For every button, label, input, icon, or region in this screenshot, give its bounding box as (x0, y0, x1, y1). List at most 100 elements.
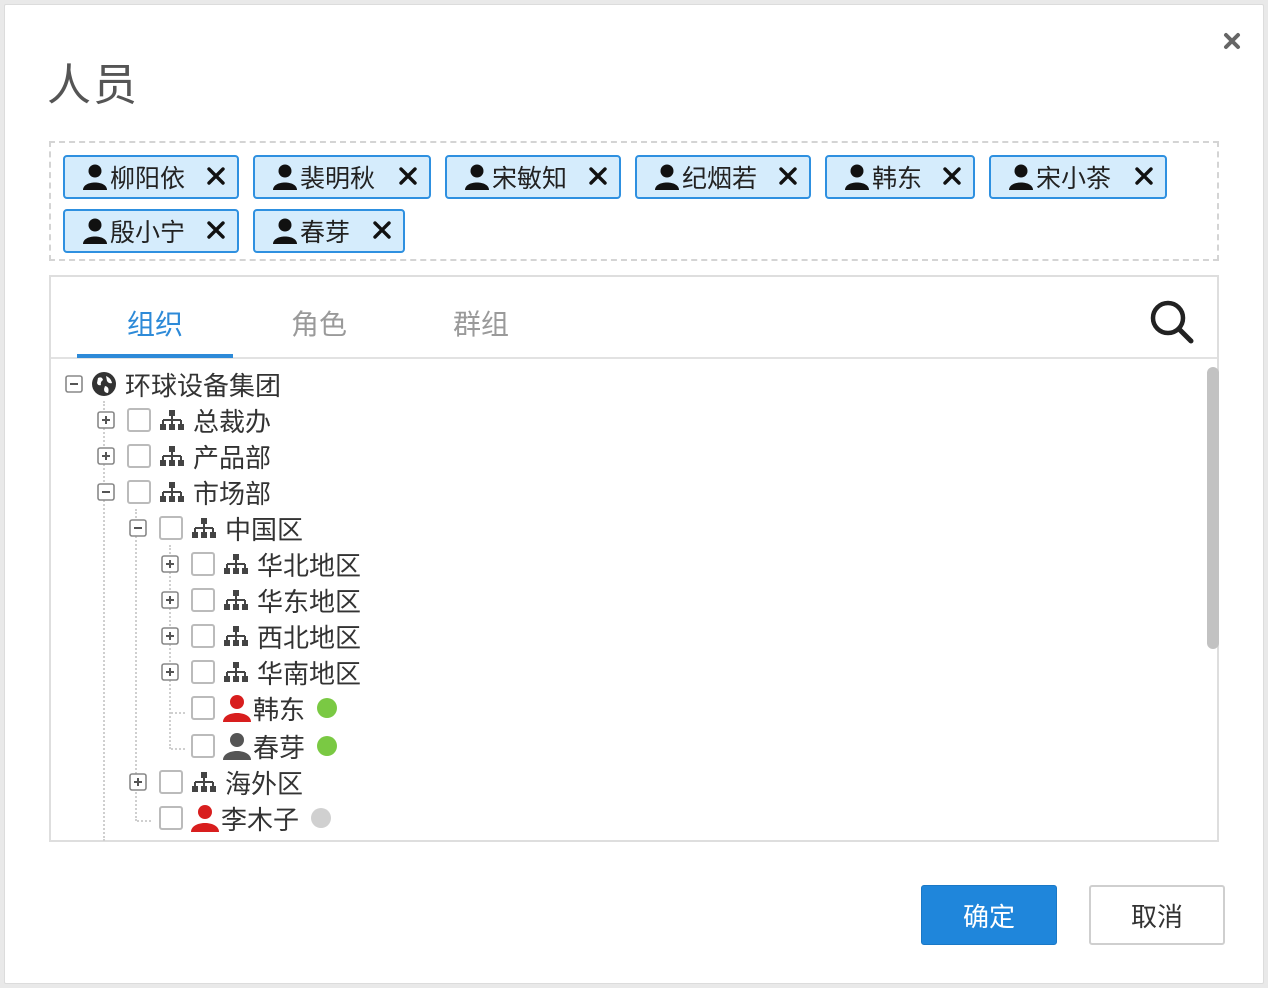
tree-node-label: 华南地区 (257, 659, 362, 690)
expand-icon[interactable] (161, 663, 179, 681)
selected-user-chip[interactable]: 春芽 (253, 209, 405, 253)
tree-node[interactable]: 西北地区 (161, 619, 362, 654)
chip-label: 韩东 (872, 164, 923, 193)
remove-icon[interactable] (207, 221, 225, 239)
active-tab-indicator (77, 354, 233, 358)
selected-user-chip[interactable]: 裴明秋 (253, 155, 431, 199)
selector-panel: 组织 角色 群组 环球设备集团 总裁办 产品部 市场部 中国区 华北地区 华东地… (49, 275, 1219, 842)
user-icon (223, 733, 251, 760)
tree-node-label: 韩东 (253, 695, 306, 726)
collapse-icon[interactable] (129, 519, 147, 537)
tree-node-label: 海外区 (225, 769, 304, 800)
expand-icon[interactable] (97, 411, 115, 429)
selected-user-chip[interactable]: 纪烟若 (635, 155, 811, 199)
chip-label: 裴明秋 (300, 164, 376, 193)
selected-user-chip[interactable]: 宋小茶 (989, 155, 1167, 199)
tree-node-user[interactable]: 韩东 (179, 691, 338, 726)
selected-user-chip[interactable]: 宋敏知 (445, 155, 621, 199)
tree-checkbox[interactable] (191, 696, 215, 720)
tree-checkbox[interactable] (191, 624, 215, 648)
selected-user-chip[interactable]: 殷小宁 (63, 209, 239, 253)
cancel-button[interactable]: 取消 (1089, 885, 1225, 945)
tree-node[interactable]: 市场部 (97, 475, 272, 510)
tree-node-label: 总裁办 (193, 407, 272, 438)
expand-icon[interactable] (161, 591, 179, 609)
expand-icon[interactable] (161, 627, 179, 645)
tree-node-label: 市场部 (193, 479, 272, 510)
tree-checkbox[interactable] (127, 444, 151, 468)
dialog-title: 人员 (47, 60, 139, 111)
tree-node-root[interactable]: 环球设备集团 (65, 367, 282, 402)
org-chart-icon (224, 662, 248, 682)
remove-icon[interactable] (779, 167, 797, 185)
user-icon (191, 805, 219, 832)
remove-icon[interactable] (943, 167, 961, 185)
personnel-dialog: 人员 柳阳依 裴明秋 宋敏知 纪烟若 韩东 宋小茶 殷小宁 春芽 组织 角色 群… (4, 4, 1264, 984)
tree-node-label: 西北地区 (257, 623, 362, 654)
user-icon (83, 164, 107, 190)
online-status-dot (317, 698, 338, 718)
tree-checkbox[interactable] (159, 516, 183, 540)
collapse-icon[interactable] (97, 483, 115, 501)
tab-role[interactable]: 角色 (241, 303, 397, 343)
org-chart-icon (160, 410, 184, 430)
chip-label: 宋敏知 (492, 164, 568, 193)
tree-checkbox[interactable] (191, 588, 215, 612)
org-chart-icon (192, 772, 216, 792)
org-chart-icon (192, 518, 216, 538)
tab-bar: 组织 角色 群组 (51, 277, 1217, 359)
tree-node-label: 华东地区 (257, 587, 362, 618)
org-chart-icon (224, 554, 248, 574)
chip-label: 春芽 (300, 218, 351, 247)
confirm-button[interactable]: 确定 (921, 885, 1057, 945)
tree-checkbox[interactable] (159, 770, 183, 794)
expand-icon[interactable] (161, 555, 179, 573)
remove-icon[interactable] (399, 167, 417, 185)
user-icon (465, 164, 489, 190)
collapse-icon[interactable] (65, 375, 83, 393)
offline-status-dot (311, 808, 332, 828)
tree-node-user[interactable]: 李木子 (147, 801, 332, 836)
remove-icon[interactable] (1135, 167, 1153, 185)
tab-group[interactable]: 群组 (403, 303, 559, 343)
tree-checkbox[interactable] (159, 806, 183, 830)
user-icon (845, 164, 869, 190)
tree-checkbox[interactable] (191, 660, 215, 684)
tree-checkbox[interactable] (191, 734, 215, 758)
tab-organization[interactable]: 组织 (77, 303, 233, 343)
remove-icon[interactable] (589, 167, 607, 185)
tree-node[interactable]: 中国区 (129, 511, 304, 546)
user-icon (223, 695, 251, 722)
org-chart-icon (160, 482, 184, 502)
selected-users-area: 柳阳依 裴明秋 宋敏知 纪烟若 韩东 宋小茶 殷小宁 春芽 (49, 141, 1219, 261)
tree-scrollbar[interactable] (1207, 367, 1219, 649)
tree-node[interactable]: 华北地区 (161, 547, 361, 582)
tree-node[interactable]: 华南地区 (161, 655, 362, 690)
org-chart-icon (160, 446, 184, 466)
tree-node[interactable]: 华东地区 (161, 583, 362, 618)
tree-checkbox[interactable] (127, 408, 151, 432)
close-icon[interactable] (1218, 27, 1246, 55)
selected-user-chip[interactable]: 柳阳依 (63, 155, 239, 199)
remove-icon[interactable] (207, 167, 225, 185)
chip-label: 宋小茶 (1036, 164, 1112, 193)
tree-checkbox[interactable] (191, 552, 215, 576)
tree-node-label: 李木子 (221, 805, 300, 836)
expand-icon[interactable] (129, 773, 147, 791)
expand-icon[interactable] (97, 447, 115, 465)
tree-node[interactable]: 产品部 (97, 439, 272, 474)
user-icon (273, 164, 297, 190)
tree-node-label: 产品部 (193, 443, 272, 474)
tree-node[interactable]: 总裁办 (97, 403, 272, 438)
tree-checkbox[interactable] (127, 480, 151, 504)
chip-label: 柳阳依 (110, 164, 186, 193)
search-icon[interactable] (1149, 299, 1195, 345)
tree-node[interactable]: 海外区 (129, 765, 304, 800)
user-icon (1009, 164, 1033, 190)
tree-node-user[interactable]: 春芽 (179, 729, 338, 764)
selected-user-chip[interactable]: 韩东 (825, 155, 975, 199)
chip-label: 殷小宁 (110, 218, 186, 247)
remove-icon[interactable] (373, 221, 391, 239)
tree-node-label: 环球设备集团 (125, 371, 282, 402)
tree-node-label: 中国区 (225, 515, 304, 546)
